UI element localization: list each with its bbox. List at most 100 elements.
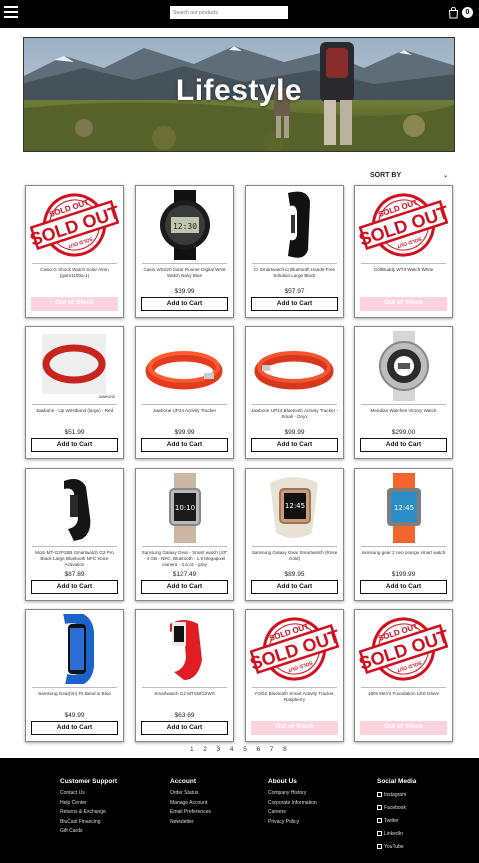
product-image[interactable]: 12:45 bbox=[250, 473, 339, 543]
product-name[interactable]: Samsung Gear(tm) Fit Band in Blue bbox=[31, 691, 118, 697]
footer-link[interactable]: Corporate Information bbox=[268, 799, 317, 809]
footer-link[interactable]: Careers bbox=[268, 808, 317, 818]
product-card[interactable]: Jawbone UP24 Bluetooth Activity Tracker … bbox=[245, 326, 344, 459]
product-image[interactable] bbox=[359, 331, 448, 401]
product-name[interactable]: Casio G Shock Watch Solar Atom (gwm1100a… bbox=[31, 267, 118, 279]
divider bbox=[32, 546, 117, 547]
cart-count-badge[interactable]: 0 bbox=[462, 7, 473, 18]
product-name[interactable]: 180s Men's Foundation LED Glove bbox=[360, 691, 447, 697]
divider bbox=[32, 687, 117, 688]
out-of-stock-button[interactable]: Out of Stock bbox=[360, 297, 447, 311]
product-card[interactable]: Jawbone UP24 Activity Tracker $99.99 Add t… bbox=[135, 326, 234, 459]
sold-out-stamp[interactable]: SOLD OUT SOLD OUT SOLD OUT bbox=[247, 614, 342, 684]
product-card[interactable]: 12:45 samsung gear 2 neo orange smart wat… bbox=[354, 468, 453, 601]
footer-link[interactable]: Returns & Exchange bbox=[60, 808, 117, 818]
product-card[interactable]: 12:45 Samsung Galaxy Gear Smartwatch (Ros… bbox=[245, 468, 344, 601]
add-to-cart-button[interactable]: Add to Cart bbox=[31, 438, 118, 452]
sort-by-dropdown[interactable]: SORT BY ⌄ bbox=[370, 172, 450, 183]
add-to-cart-button[interactable]: Add to Cart bbox=[141, 721, 228, 735]
product-name[interactable]: Samsung Galaxy Gear - Smart watch (43" -… bbox=[141, 550, 228, 568]
product-name[interactable]: Moto MT-G2P1BB Smartwatch G2 Pro Black L… bbox=[31, 550, 118, 568]
product-image[interactable] bbox=[30, 473, 119, 543]
product-name[interactable]: Jawbone UP24 Bluetooth Activity Tracker … bbox=[251, 408, 338, 420]
product-card[interactable]: 10:10 Samsung Galaxy Gear - Smart watch (… bbox=[135, 468, 234, 601]
social-link[interactable]: Instagram bbox=[377, 789, 416, 802]
page-link[interactable]: 2 bbox=[203, 746, 207, 753]
footer-link[interactable]: Help Center bbox=[60, 799, 117, 809]
sold-out-stamp[interactable]: SOLD OUT SOLD OUT SOLD OUT bbox=[356, 190, 451, 260]
product-name[interactable]: CI Smartwatch.io Bluetooth Hands-Free So… bbox=[251, 267, 338, 279]
product-card[interactable]: 12:30 Casio WS220 Solar Runner Digital Wr… bbox=[135, 185, 234, 318]
add-to-cart-button[interactable]: Add to Cart bbox=[31, 580, 118, 594]
out-of-stock-button[interactable]: Out of Stock bbox=[251, 721, 338, 735]
out-of-stock-button[interactable]: Out of Stock bbox=[31, 297, 118, 311]
social-link[interactable]: Facebook bbox=[377, 802, 416, 815]
add-to-cart-button[interactable]: Add to Cart bbox=[360, 580, 447, 594]
add-to-cart-button[interactable]: Add to Cart bbox=[141, 438, 228, 452]
product-card[interactable]: CI Smartwatch.io Bluetooth Hands-Free So… bbox=[245, 185, 344, 318]
product-image[interactable]: 10:10 bbox=[140, 473, 229, 543]
svg-text:12:45: 12:45 bbox=[394, 504, 414, 512]
footer-link[interactable]: Manage Account bbox=[170, 799, 211, 809]
product-card[interactable]: SOLD OUT SOLD OUT SOLD OUT 180s Men's Fo… bbox=[354, 609, 453, 742]
product-image[interactable] bbox=[250, 331, 339, 401]
product-name[interactable]: samsung gear 2 neo orange smart watch bbox=[360, 550, 447, 556]
product-card[interactable]: Meridian Watches Victory Watch $299.00 Add… bbox=[354, 326, 453, 459]
search-input[interactable] bbox=[170, 6, 288, 19]
footer-link[interactable]: Gift Cards bbox=[60, 827, 117, 837]
page-link[interactable]: 3 bbox=[217, 746, 221, 753]
product-card[interactable]: SOLD OUT SOLD OUT SOLD OUT GolfBuddy WT3… bbox=[354, 185, 453, 318]
product-card[interactable]: Samsung Gear(tm) Fit Band in Blue $49.99 A… bbox=[25, 609, 124, 742]
add-to-cart-button[interactable]: Add to Cart bbox=[141, 580, 228, 594]
social-link[interactable]: YouTube bbox=[377, 841, 416, 854]
product-name[interactable]: Meridian Watches Victory Watch bbox=[360, 408, 447, 414]
out-of-stock-button[interactable]: Out of Stock bbox=[360, 721, 447, 735]
divider bbox=[32, 263, 117, 264]
product-image[interactable]: JAWBONE bbox=[30, 331, 119, 401]
sold-out-stamp[interactable]: SOLD OUT SOLD OUT SOLD OUT bbox=[356, 614, 451, 684]
product-card[interactable]: JAWBONE Jawbone - Up Wristband (large) - … bbox=[25, 326, 124, 459]
divider bbox=[361, 546, 446, 547]
product-image[interactable]: 12:30 bbox=[140, 190, 229, 260]
product-name[interactable]: Jawbone - Up Wristband (large) - Red bbox=[31, 408, 118, 414]
add-to-cart-button[interactable]: Add to Cart bbox=[251, 438, 338, 452]
page-link[interactable]: 6 bbox=[257, 746, 261, 753]
product-name[interactable]: Jawbone UP24 Activity Tracker bbox=[141, 408, 228, 414]
product-image[interactable] bbox=[140, 614, 229, 684]
product-image[interactable] bbox=[30, 611, 119, 687]
page-link[interactable]: 4 bbox=[230, 746, 234, 753]
footer-link[interactable]: Newsletter bbox=[170, 818, 211, 828]
hamburger-menu-icon[interactable] bbox=[4, 6, 18, 20]
product-name[interactable]: Smartwatch G2 MTSWG2WS bbox=[141, 691, 228, 697]
product-name[interactable]: YOOZ Bluetooth Smart Activity Tracker, R… bbox=[251, 691, 338, 703]
product-image[interactable] bbox=[140, 331, 229, 401]
footer-link[interactable]: Email Preferences bbox=[170, 808, 211, 818]
page-link[interactable]: 7 bbox=[270, 746, 274, 753]
sold-out-stamp[interactable]: SOLD OUT SOLD OUT SOLD OUT bbox=[27, 190, 122, 260]
shopping-bag-icon[interactable] bbox=[448, 7, 459, 19]
product-name[interactable]: GolfBuddy WT3 Watch White bbox=[360, 267, 447, 273]
footer-link[interactable]: Order Status bbox=[170, 789, 211, 799]
footer-link[interactable]: Privacy Policy bbox=[268, 818, 317, 828]
social-link[interactable]: LinkedIn bbox=[377, 828, 416, 841]
social-link[interactable]: Twitter bbox=[377, 815, 416, 828]
product-card[interactable]: Moto MT-G2P1BB Smartwatch G2 Pro Black L… bbox=[25, 468, 124, 601]
product-card[interactable]: SOLD OUT SOLD OUT SOLD OUT YOOZ Bluetoot… bbox=[245, 609, 344, 742]
page-link[interactable]: 8 bbox=[283, 746, 287, 753]
footer-link[interactable]: Company History bbox=[268, 789, 317, 799]
add-to-cart-button[interactable]: Add to Cart bbox=[251, 297, 338, 311]
page-link[interactable]: 5 bbox=[243, 746, 247, 753]
product-image[interactable]: 12:45 bbox=[359, 473, 448, 543]
footer-link[interactable]: BluCast Financing bbox=[60, 818, 117, 828]
page-link[interactable]: 1 bbox=[190, 746, 194, 753]
product-name[interactable]: Samsung Galaxy Gear Smartwatch (Rose Gol… bbox=[251, 550, 338, 562]
footer-link[interactable]: Contact Us bbox=[60, 789, 117, 799]
product-card[interactable]: SOLD OUT SOLD OUT SOLD OUT Casio G Shock… bbox=[25, 185, 124, 318]
add-to-cart-button[interactable]: Add to Cart bbox=[251, 580, 338, 594]
product-card[interactable]: Smartwatch G2 MTSWG2WS $63.69 Add to Cart bbox=[135, 609, 234, 742]
product-name[interactable]: Casio WS220 Solar Runner Digital Wrist W… bbox=[141, 267, 228, 279]
add-to-cart-button[interactable]: Add to Cart bbox=[141, 297, 228, 311]
add-to-cart-button[interactable]: Add to Cart bbox=[31, 721, 118, 735]
product-image[interactable] bbox=[250, 190, 339, 260]
add-to-cart-button[interactable]: Add to Cart bbox=[360, 438, 447, 452]
